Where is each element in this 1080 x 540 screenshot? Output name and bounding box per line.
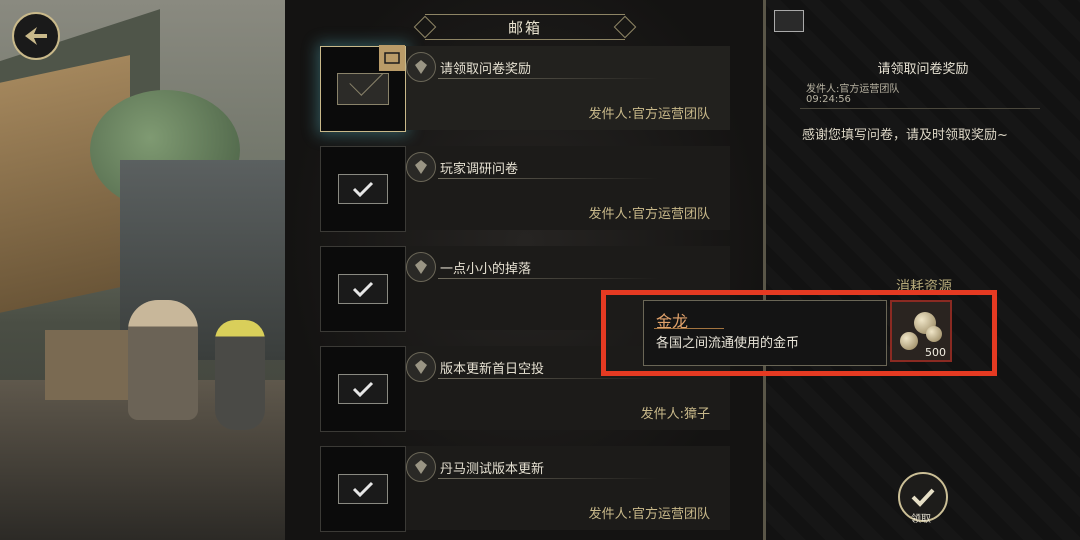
mail-icon-box <box>320 446 406 532</box>
envelope-icon <box>337 73 389 105</box>
highlight-frame <box>601 290 997 376</box>
detail-title: 请领取问卷奖励 <box>877 62 969 77</box>
detail-divider <box>800 108 1040 109</box>
badge-icon <box>406 252 436 282</box>
mail-icon-box <box>320 146 406 232</box>
detail-sender: 发件人:官方运营团队 <box>806 84 900 95</box>
claim-label: 领取 <box>911 514 931 525</box>
mailbox-title: 邮箱 <box>425 14 625 40</box>
mail-item[interactable]: 请领取问卷奖励 发件人:官方运营团队 <box>320 45 730 132</box>
mail-item[interactable]: 丹马测试版本更新 发件人:官方运营团队 <box>320 446 730 532</box>
detail-body: 感谢您填写问卷，请及时领取奖励~ <box>802 128 1008 143</box>
badge-icon <box>406 152 436 182</box>
checkmark-icon <box>338 474 388 504</box>
title-underline <box>438 378 658 379</box>
mail-title: 一点小小的掉落 <box>440 262 532 277</box>
background-scene <box>0 0 285 540</box>
mail-icon-box <box>320 246 406 332</box>
back-arrow-icon <box>25 27 47 45</box>
checkmark-icon <box>911 488 935 507</box>
mail-sender: 发件人:官方运营团队 <box>588 107 710 122</box>
title-underline <box>438 278 658 279</box>
dog-character <box>128 300 198 420</box>
mail-title: 玩家调研问卷 <box>440 162 519 177</box>
title-underline <box>438 78 658 79</box>
title-underline <box>438 478 658 479</box>
mail-item[interactable]: 玩家调研问卷 发件人:官方运营团队 <box>320 146 730 232</box>
cat-character <box>215 320 265 430</box>
mail-icon-box <box>320 346 406 432</box>
mail-title: 丹马测试版本更新 <box>440 462 545 477</box>
checkmark-icon <box>338 174 388 204</box>
badge-icon <box>406 352 436 382</box>
mail-icon-box <box>320 45 406 132</box>
mail-sender: 发件人:官方运营团队 <box>588 207 710 222</box>
mail-title: 请领取问卷奖励 <box>440 62 532 77</box>
mail-sender: 发件人:獐子 <box>640 407 710 422</box>
badge-icon <box>406 52 436 82</box>
envelope-icon <box>774 10 804 32</box>
checkmark-icon <box>338 274 388 304</box>
badge-icon <box>406 452 436 482</box>
mail-sender: 发件人:官方运营团队 <box>588 507 710 522</box>
mail-title: 版本更新首日空投 <box>440 362 545 377</box>
crates <box>45 330 130 400</box>
new-tag-icon <box>379 45 405 71</box>
back-button[interactable] <box>12 12 60 60</box>
detail-time: 09:24:56 <box>806 94 851 105</box>
title-underline <box>438 178 658 179</box>
checkmark-icon <box>338 374 388 404</box>
